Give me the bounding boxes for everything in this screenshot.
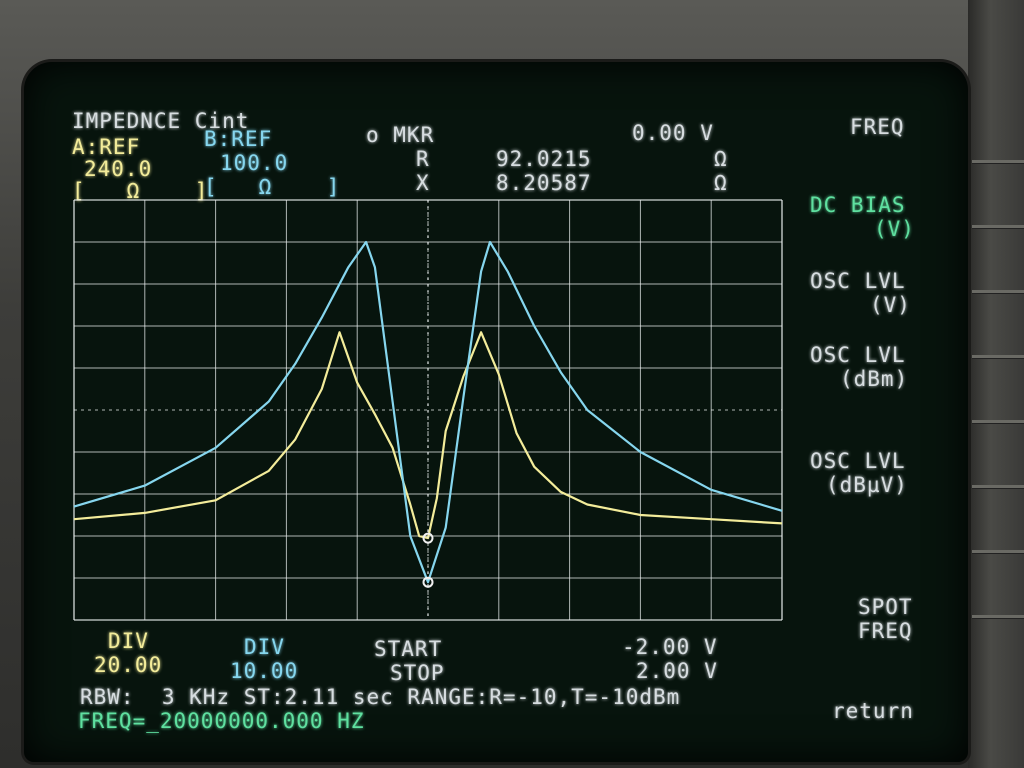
stop-value: 2.00 V <box>636 659 718 683</box>
div-a-value: 20.00 <box>94 653 163 677</box>
softkey-hardware-6[interactable] <box>972 485 1024 489</box>
div-a-label: DIV <box>108 629 149 653</box>
start-label: START <box>374 637 443 661</box>
softkey-hardware-8[interactable] <box>972 615 1024 619</box>
div-b-value: 10.00 <box>230 659 299 683</box>
softkey-hardware-1[interactable] <box>972 160 1024 164</box>
trace-plot <box>73 199 783 621</box>
entry-line: FREQ=_20000000.000 HZ <box>78 709 365 733</box>
crt-screen: IMPEDNCE Cint A:REF B:REF 240.0 100.0 [ … <box>24 62 968 762</box>
softkey-hardware-7[interactable] <box>972 550 1024 554</box>
start-value: -2.00 V <box>622 635 718 659</box>
softkey-hardware-4[interactable] <box>972 355 1024 359</box>
softkey-hardware-3[interactable] <box>972 290 1024 294</box>
stop-label: STOP <box>390 661 445 685</box>
softkey-hardware-2[interactable] <box>972 225 1024 229</box>
div-b-label: DIV <box>244 635 285 659</box>
softkey-hardware-5[interactable] <box>972 420 1024 424</box>
front-panel-keys <box>968 0 1024 768</box>
status-line: RBW: 3 KHz ST:2.11 sec RANGE:R=-10,T=-10… <box>80 685 681 709</box>
